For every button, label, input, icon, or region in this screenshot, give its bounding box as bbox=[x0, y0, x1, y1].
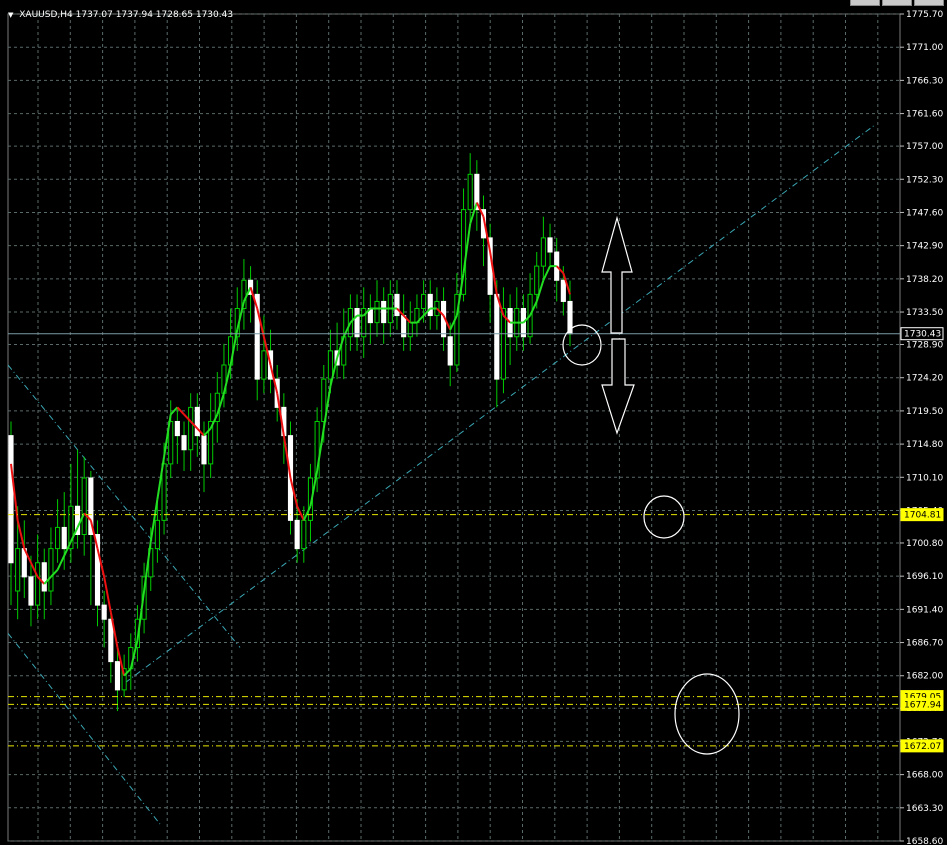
y-tick-label: 1696.10 bbox=[906, 572, 943, 582]
y-tick-label: 1766.30 bbox=[906, 76, 943, 86]
candle-body bbox=[81, 477, 87, 535]
y-tick-label: 1761.60 bbox=[906, 110, 943, 120]
y-tick-label: 1710.10 bbox=[906, 473, 943, 483]
candle-body bbox=[327, 350, 333, 380]
symbol-line: XAUUSD,H4 1737.07 1737.94 1728.65 1730.4… bbox=[19, 10, 234, 20]
candle-body bbox=[301, 519, 307, 550]
candle-body bbox=[188, 406, 194, 451]
y-tick-label: 1663.30 bbox=[906, 804, 943, 814]
y-tick-label: 1747.60 bbox=[906, 208, 943, 218]
y-tick-label: 1686.70 bbox=[906, 639, 943, 649]
trend-line bbox=[124, 124, 876, 684]
y-tick-label: 1719.50 bbox=[906, 407, 943, 417]
candle-body bbox=[560, 279, 566, 302]
candle-body bbox=[374, 300, 380, 324]
candle-body bbox=[41, 562, 47, 592]
candle-body bbox=[48, 548, 54, 592]
y-tick-label: 1714.80 bbox=[906, 440, 943, 450]
y-tick-label: 1668.00 bbox=[906, 771, 943, 781]
annotation-circle bbox=[643, 495, 685, 539]
y-tick-label: 1742.90 bbox=[906, 242, 943, 252]
candle-body bbox=[547, 237, 553, 253]
candle-body bbox=[261, 350, 267, 380]
y-tick-label: 1724.20 bbox=[906, 374, 943, 384]
candle-body bbox=[467, 173, 473, 211]
candle-body bbox=[381, 300, 387, 324]
price-chart[interactable]: 1775.70 1771.00 1766.30 1761.60 1757.00 1752.… bbox=[0, 0, 947, 845]
candle-body bbox=[108, 618, 114, 663]
ma-segment bbox=[296, 505, 305, 521]
up-arrow-icon bbox=[601, 215, 633, 334]
candle-body bbox=[427, 293, 433, 317]
candle-body bbox=[174, 420, 180, 437]
candle-body bbox=[15, 548, 21, 592]
candle-body bbox=[494, 293, 500, 380]
price-label: 1730.43 bbox=[904, 330, 941, 340]
y-tick-label: 1757.00 bbox=[906, 142, 943, 152]
candle-body bbox=[394, 293, 400, 317]
plot-frame bbox=[7, 13, 901, 842]
candle-body bbox=[294, 519, 300, 550]
candle-body bbox=[201, 435, 207, 465]
candle-body bbox=[61, 526, 67, 550]
y-tick-label: 1691.40 bbox=[906, 605, 943, 615]
annotation-circle bbox=[674, 673, 740, 755]
candle-body bbox=[534, 265, 540, 295]
trend-line bbox=[7, 364, 241, 648]
y-tick-label: 1738.20 bbox=[906, 275, 943, 285]
candle-body bbox=[447, 336, 453, 366]
chart-window[interactable]: 1775.70 1771.00 1766.30 1761.60 1757.00 1752.… bbox=[0, 0, 947, 845]
price-label: 1672.07 bbox=[904, 742, 941, 752]
ma-segment bbox=[16, 520, 26, 549]
y-tick-label: 1733.50 bbox=[906, 308, 943, 318]
y-tick-label: 1728.90 bbox=[906, 341, 943, 351]
candle-body bbox=[181, 435, 187, 451]
ma-segment bbox=[56, 555, 66, 571]
candle-body bbox=[114, 661, 121, 691]
candle-body bbox=[8, 435, 14, 564]
down-arrow-icon bbox=[601, 338, 635, 435]
dropdown-triangle-icon[interactable]: ▼ bbox=[8, 11, 13, 19]
candle-body bbox=[407, 322, 413, 338]
y-tick-label: 1771.00 bbox=[906, 43, 943, 53]
trend-line bbox=[7, 633, 161, 825]
y-tick-label: 1682.00 bbox=[906, 672, 943, 682]
candle-body bbox=[354, 307, 360, 338]
y-tick-label: 1700.80 bbox=[906, 539, 943, 549]
candle-body bbox=[28, 576, 34, 606]
price-label: 1677.94 bbox=[904, 700, 941, 710]
candle-body bbox=[35, 562, 41, 606]
y-tick-label: 1775.70 bbox=[906, 10, 943, 20]
candle-body bbox=[540, 237, 546, 267]
ma-segment bbox=[542, 265, 551, 281]
y-tick-label: 1752.30 bbox=[906, 175, 943, 185]
y-tick-label: 1658.60 bbox=[906, 837, 943, 845]
price-label: 1704.81 bbox=[904, 511, 941, 521]
candle-body bbox=[55, 526, 61, 550]
candle-body bbox=[154, 519, 160, 550]
candle-body bbox=[101, 604, 107, 620]
chart-title: ▼ XAUUSD,H4 1737.07 1737.94 1728.65 1730… bbox=[8, 10, 233, 20]
candle-body bbox=[421, 293, 427, 309]
candle-body bbox=[500, 307, 507, 380]
